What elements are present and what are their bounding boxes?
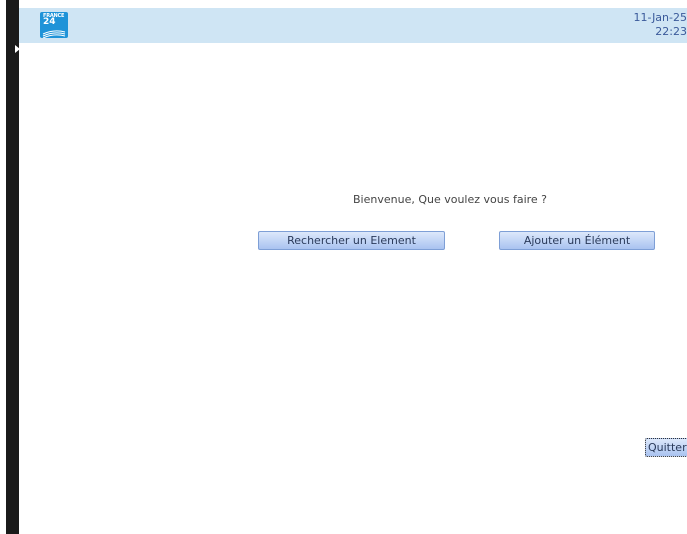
quit-button[interactable]: Quitter — [645, 438, 687, 457]
header-bar: FRANCE 24 11-Jan-25 22:23 — [19, 8, 687, 43]
date-text: 11-Jan-25 — [633, 11, 687, 24]
expand-arrow-icon[interactable] — [15, 45, 20, 53]
logo-text-number: 24 — [43, 17, 56, 27]
welcome-message: Bienvenue, Que voulez vous faire ? — [353, 193, 548, 206]
france24-logo: FRANCE 24 — [40, 12, 68, 38]
search-element-button[interactable]: Rechercher un Element — [258, 231, 445, 250]
app-window: FRANCE 24 11-Jan-25 22:23 Bienvenue, Que… — [0, 0, 687, 534]
side-panel-bar[interactable] — [6, 0, 20, 534]
datetime-display: 11-Jan-25 22:23 — [633, 11, 687, 39]
add-element-button[interactable]: Ajouter un Élément — [499, 231, 655, 250]
time-text: 22:23 — [655, 25, 687, 38]
logo-wave-icon — [42, 30, 66, 38]
